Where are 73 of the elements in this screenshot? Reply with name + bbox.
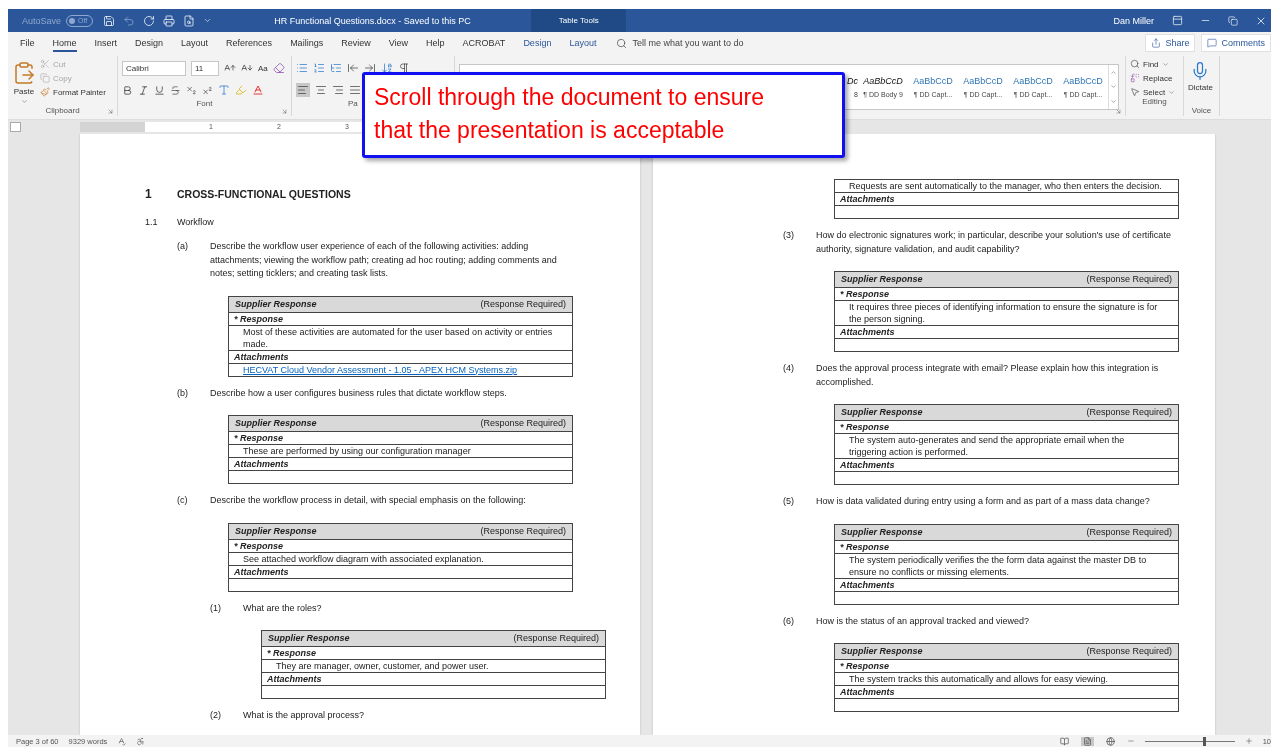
question-text: How do electronic signatures work; in particular, describe your solution's use of certificate authority, signature validation, and audit capability?: [816, 229, 1172, 256]
response-text: It requires three pieces of identifying information to ensure the signature is for the person signing.: [849, 302, 1158, 324]
required-note: (Response Required): [513, 632, 599, 645]
response-text: Requests are sent automatically to the manager, who then enters the decision.: [849, 181, 1162, 191]
response-label: * Response: [840, 541, 890, 552]
context-tab-label: Table Tools: [531, 9, 627, 32]
item-number: (3): [783, 229, 795, 242]
required-note: (Response Required): [480, 417, 566, 430]
group-label: Font: [196, 99, 213, 109]
required-note: (Response Required): [480, 524, 566, 538]
response-text: Most of these activities are automated for the user based on activity or entries made.: [243, 326, 553, 349]
window-title: HR Functional Questions.docx - Saved to this PC: [274, 15, 472, 26]
response-text: They are manager, owner, customer, and power user.: [276, 661, 489, 671]
required-note: (Response Required): [1086, 406, 1172, 419]
instruction-tooltip: Scroll through the document to ensure that the presentation is acceptable: [362, 72, 845, 158]
item-number: (b): [177, 386, 189, 400]
heading-title: CROSS-FUNCTIONAL QUESTIONS: [177, 187, 351, 201]
table-header: Supplier Response: [841, 406, 923, 419]
attachments-label: Attachments: [840, 460, 895, 470]
table-header: Supplier Response: [235, 524, 317, 538]
response-label: * Response: [234, 313, 284, 324]
question-text: What is the approval process?: [243, 709, 366, 722]
subheading-number: 1.1: [145, 216, 159, 229]
subheading-title: Workflow: [177, 216, 214, 229]
table-header: Supplier Response: [841, 273, 923, 286]
attachments-label: Attachments: [840, 687, 895, 697]
question-text: How is the status of an approval tracked and viewed?: [816, 614, 1031, 628]
required-note: (Response Required): [480, 297, 566, 311]
response-label: * Response: [267, 648, 317, 658]
question-text: Describe how a user configures business rules that dictate workflow steps.: [210, 386, 508, 400]
item-number: (5): [783, 495, 795, 508]
autosave-label: AutoSave: [22, 15, 62, 26]
attachments-label: Attachments: [267, 674, 322, 684]
group-label: Clipboard: [45, 106, 80, 116]
group-label: Pa: [348, 99, 358, 109]
attachments-label: Attachments: [840, 194, 895, 204]
item-number: (a): [177, 240, 189, 253]
table-header: Supplier Response: [841, 645, 923, 658]
group-label: Voice: [1191, 106, 1212, 116]
attachments-label: Attachments: [234, 566, 289, 577]
table-header: Supplier Response: [841, 525, 923, 539]
required-note: (Response Required): [1086, 525, 1172, 539]
response-text: The system tracks this automatically and allows for easy viewing.: [849, 674, 1109, 684]
question-text: What are the roles?: [243, 601, 323, 615]
question-text: How is data validated during entry using a form and as part of a mass data change?: [816, 495, 1151, 508]
question-text: Describe the workflow process in detail, with special emphasis on the following:: [210, 494, 527, 507]
response-text: The system auto-generates and send the appropriate email when the triggering action is performed.: [849, 435, 1125, 457]
attachments-label: Attachments: [840, 327, 895, 337]
question-text: Describe the workflow user experience of each of the following activities: adding attachments; viewing the workflow path; creating ad hoc routing; adding comments and notes; setting ticklers; and creating task lists.: [210, 240, 558, 280]
response-label: * Response: [840, 422, 890, 432]
response-label: * Response: [840, 289, 890, 299]
item-number: (6): [783, 614, 795, 628]
item-number: (4): [783, 362, 795, 375]
attachments-label: Attachments: [234, 351, 289, 362]
required-note: (Response Required): [1086, 645, 1172, 658]
response-text: The system periodically verifies the the form data against the master DB to ensure no conflicts or missing elements.: [849, 554, 1147, 577]
heading-number: 1: [145, 187, 153, 201]
question-text: Does the approval process integrate with email? Please explain how this integration is accomplished.: [816, 362, 1160, 389]
response-text: See attached workflow diagram with associated explanation.: [243, 553, 484, 564]
table-header: Supplier Response: [268, 632, 350, 645]
required-note: (Response Required): [1086, 273, 1172, 286]
group-label: Editing: [1142, 97, 1167, 107]
table-header: Supplier Response: [235, 297, 317, 311]
item-number: (1): [210, 601, 222, 615]
response-label: * Response: [234, 433, 284, 443]
table-header: Supplier Response: [235, 417, 317, 430]
response-label: * Response: [840, 661, 890, 671]
response-text: These are performed by using our configuration manager: [243, 446, 471, 456]
item-number: (2): [210, 709, 222, 722]
attachments-label: Attachments: [234, 459, 289, 469]
attachments-label: Attachments: [840, 579, 895, 590]
response-label: * Response: [234, 540, 284, 551]
item-number: (c): [177, 494, 189, 507]
